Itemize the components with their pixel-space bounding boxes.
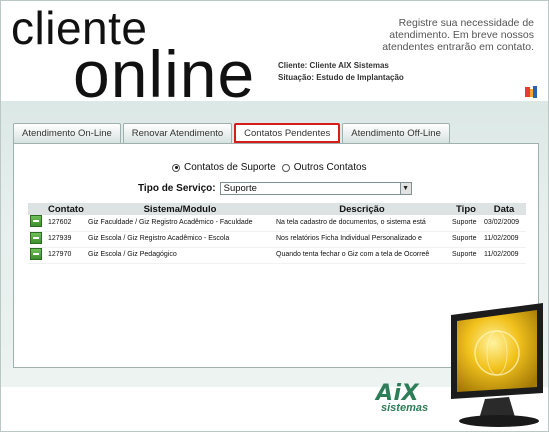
monitor-illustration — [451, 303, 543, 427]
cell-sistema: Giz Escola / Giz Registro Acadêmico - Es… — [86, 231, 274, 248]
cell-tipo: Suporte — [450, 247, 482, 264]
cell-contato: 127970 — [46, 247, 86, 264]
radio-outros-contatos-label: Outros Contatos — [293, 162, 367, 173]
brand-title-line2: online — [73, 37, 256, 111]
open-contact-icon[interactable] — [30, 247, 42, 260]
table-header-descricao: Descrição — [274, 203, 450, 215]
cell-descricao: Na tela cadastro de documentos, o sistem… — [274, 215, 450, 232]
app-window: cliente online Registre sua necessidade … — [0, 0, 549, 432]
service-select-value: Suporte — [223, 183, 257, 194]
table-row[interactable]: 127939 Giz Escola / Giz Registro Acadêmi… — [28, 231, 526, 248]
table-header-icon — [28, 203, 46, 215]
service-filter: Tipo de Serviço: Suporte ▼ — [138, 182, 412, 195]
cell-contato: 127602 — [46, 215, 86, 232]
cell-descricao: Quando tenta fechar o Giz com a tela de … — [274, 247, 450, 264]
contact-type-radios: Contatos de Suporte Outros Contatos — [172, 162, 367, 173]
cell-data: 03/02/2009 — [482, 215, 526, 232]
radio-contatos-suporte[interactable] — [172, 163, 180, 172]
aix-logo-subtitle: sistemas — [381, 402, 429, 414]
table-header-contato: Contato — [46, 203, 86, 215]
table-header-data: Data — [482, 203, 526, 215]
tab-atendimento-online[interactable]: Atendimento On-Line — [13, 123, 121, 143]
service-label: Tipo de Serviço: — [138, 183, 216, 194]
table-row[interactable]: 127602 Giz Faculdade / Giz Registro Acad… — [28, 215, 526, 232]
table-header-tipo: Tipo — [450, 203, 482, 215]
radio-outros-contatos[interactable] — [281, 163, 290, 172]
contacts-table: Contato Sistema/Modulo Descrição Tipo Da… — [28, 203, 526, 264]
radio-contatos-suporte-label: Contatos de Suporte — [184, 162, 276, 173]
corner-logo-icon — [525, 86, 537, 98]
cell-data: 11/02/2009 — [482, 231, 526, 248]
open-contact-icon[interactable] — [30, 215, 42, 228]
cell-sistema: Giz Faculdade / Giz Registro Acadêmico -… — [86, 215, 274, 232]
table-header-sistema: Sistema/Modulo — [86, 203, 274, 215]
open-contact-icon[interactable] — [30, 231, 42, 244]
cell-contato: 127939 — [46, 231, 86, 248]
client-status: Situação: Estudo de Implantação — [278, 73, 404, 82]
table-row[interactable]: 127970 Giz Escola / Giz Pedagógico Quand… — [28, 247, 526, 264]
cell-tipo: Suporte — [450, 215, 482, 232]
cell-data: 11/02/2009 — [482, 247, 526, 264]
tab-atendimento-offline[interactable]: Atendimento Off-Line — [342, 123, 450, 143]
chevron-down-icon[interactable]: ▼ — [399, 183, 411, 194]
service-select[interactable]: Suporte ▼ — [219, 182, 412, 195]
client-name: Cliente: Cliente AIX Sistemas — [278, 61, 389, 70]
tab-renovar-atendimento[interactable]: Renovar Atendimento — [122, 123, 233, 143]
tab-bar: Atendimento On-Line Renovar Atendimento … — [13, 123, 450, 143]
cell-tipo: Suporte — [450, 231, 482, 248]
tagline: Registre sua necessidade de atendimento.… — [382, 17, 534, 53]
tab-contatos-pendentes[interactable]: Contatos Pendentes — [234, 123, 341, 143]
table-header-row: Contato Sistema/Modulo Descrição Tipo Da… — [28, 203, 526, 215]
cell-descricao: Nos relatórios Ficha Individual Personal… — [274, 231, 450, 248]
client-info: Cliente: Cliente AIX Sistemas Situação: … — [278, 60, 404, 84]
cell-sistema: Giz Escola / Giz Pedagógico — [86, 247, 274, 264]
